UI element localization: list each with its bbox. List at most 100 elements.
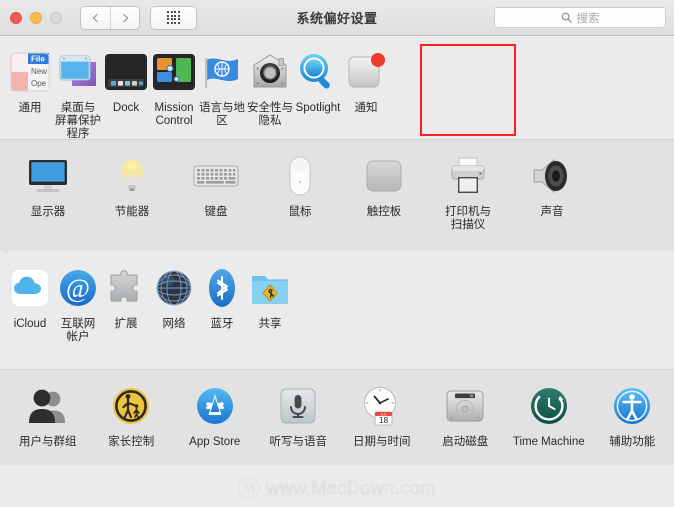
network-icon xyxy=(150,264,198,312)
preferences-row-2: 显示器 节能器 键盘 鼠标 触控板 打印机与 扫描仪 声音 xyxy=(0,139,674,251)
time-machine-icon xyxy=(525,382,573,430)
zoom-button xyxy=(50,11,62,24)
pref-security-privacy[interactable]: 安全性与隐私 xyxy=(246,36,294,128)
pref-label: 启动磁盘 xyxy=(442,436,489,448)
pref-parental-controls[interactable]: 家长控制 xyxy=(90,370,174,449)
pref-sound[interactable]: 声音 xyxy=(510,140,594,219)
keyboard-icon xyxy=(192,152,240,200)
pref-mouse[interactable]: 鼠标 xyxy=(258,140,342,219)
pref-app-store[interactable]: App Store xyxy=(173,370,257,449)
pref-notifications[interactable]: 通知 xyxy=(342,36,390,115)
general-icon: File New Ope xyxy=(6,48,54,96)
accessibility-icon xyxy=(608,382,656,430)
pref-label: 桌面与 屏幕保护程序 xyxy=(55,102,101,140)
pref-accessibility[interactable]: 辅助功能 xyxy=(591,370,674,449)
pref-icloud[interactable]: iCloud xyxy=(6,252,54,331)
pref-language-region[interactable]: 语言与地区 xyxy=(198,36,246,128)
system-preferences-window: 系统偏好设置 搜索 File New Ope 通用 桌面与 屏幕保护程序 Doc… xyxy=(0,0,674,507)
pref-displays[interactable]: 显示器 xyxy=(6,140,90,219)
pref-trackpad[interactable]: 触控板 xyxy=(342,140,426,219)
traffic-lights xyxy=(10,11,62,24)
pref-label: 通知 xyxy=(354,102,378,114)
language-region-icon xyxy=(198,48,246,96)
chevron-right-icon xyxy=(119,13,129,22)
pref-label: 辅助功能 xyxy=(609,436,656,448)
pref-label: 网络 xyxy=(162,318,186,330)
pref-label: App Store xyxy=(189,436,241,448)
pref-network[interactable]: 网络 xyxy=(150,252,198,331)
search-field[interactable]: 搜索 xyxy=(494,7,666,28)
pref-label: Spotlight xyxy=(295,102,341,114)
pref-label: 打印机与 扫描仪 xyxy=(445,206,491,231)
preferences-row-4: 用户与群组 家长控制 App Store 听写与语音 JUL 18 日期与时间 … xyxy=(0,369,674,465)
pref-startup-disk[interactable]: 启动磁盘 xyxy=(424,370,508,449)
pref-label: 节能器 xyxy=(114,206,150,218)
pref-sharing[interactable]: 共享 xyxy=(246,252,294,331)
startup-disk-icon xyxy=(441,382,489,430)
pref-internet-accounts[interactable]: @ 互联网 帐户 xyxy=(54,252,102,344)
internet-accounts-icon: @ xyxy=(54,264,102,312)
printers-scanners-icon xyxy=(444,152,492,200)
search-placeholder: 搜索 xyxy=(576,12,600,25)
pref-dictation-speech[interactable]: 听写与语音 xyxy=(257,370,341,449)
pref-spotlight[interactable]: Spotlight xyxy=(294,36,342,115)
displays-icon xyxy=(24,152,72,200)
svg-text:18: 18 xyxy=(379,415,389,425)
pref-label: 键盘 xyxy=(204,206,228,218)
pref-label: iCloud xyxy=(13,318,47,330)
pref-label: 共享 xyxy=(258,318,282,330)
pref-desktop-screensaver[interactable]: 桌面与 屏幕保护程序 xyxy=(54,36,102,141)
date-time-icon: JUL 18 xyxy=(358,382,406,430)
icloud-icon xyxy=(6,264,54,312)
pref-label: 用户与群组 xyxy=(19,436,77,448)
pref-general[interactable]: File New Ope 通用 xyxy=(6,36,54,115)
users-groups-icon xyxy=(24,382,72,430)
minimize-button[interactable] xyxy=(30,11,42,24)
notifications-icon xyxy=(342,48,390,96)
grid-icon xyxy=(167,11,180,24)
back-button[interactable] xyxy=(81,6,110,29)
pref-label: 日期与时间 xyxy=(353,436,411,448)
pref-dock[interactable]: Dock xyxy=(102,36,150,115)
pref-label: 蓝牙 xyxy=(210,318,234,330)
preferences-grid: File New Ope 通用 桌面与 屏幕保护程序 Dock Mission … xyxy=(0,36,674,507)
pref-label: 通用 xyxy=(18,102,42,114)
show-all-button[interactable] xyxy=(151,6,196,29)
pref-label: Time Machine xyxy=(512,436,585,448)
pref-energy-saver[interactable]: 节能器 xyxy=(90,140,174,219)
chevron-left-icon xyxy=(92,13,101,22)
svg-text:@: @ xyxy=(66,274,90,303)
pref-label: 鼠标 xyxy=(288,206,312,218)
svg-text:File: File xyxy=(31,55,45,64)
sound-icon xyxy=(528,152,576,200)
pref-bluetooth[interactable]: 蓝牙 xyxy=(198,252,246,331)
spotlight-icon xyxy=(294,48,342,96)
pref-mission-control[interactable]: Mission Control xyxy=(150,36,198,128)
pref-extensions[interactable]: 扩展 xyxy=(102,252,150,331)
pref-time-machine[interactable]: Time Machine xyxy=(507,370,591,449)
extensions-icon xyxy=(102,264,150,312)
preferences-row-1: File New Ope 通用 桌面与 屏幕保护程序 Dock Mission … xyxy=(0,36,385,140)
pref-keyboard[interactable]: 键盘 xyxy=(174,140,258,219)
pref-label: 互联网 帐户 xyxy=(60,318,96,343)
pref-label: 语言与地区 xyxy=(199,102,245,127)
bluetooth-icon xyxy=(198,264,246,312)
pref-label: 触控板 xyxy=(366,206,402,218)
svg-text:Ope: Ope xyxy=(31,79,47,88)
title-bar: 系统偏好设置 搜索 xyxy=(0,0,674,36)
search-icon xyxy=(561,12,572,23)
pref-label: Dock xyxy=(112,102,140,114)
close-button[interactable] xyxy=(10,11,22,24)
pref-date-time[interactable]: JUL 18 日期与时间 xyxy=(340,370,424,449)
pref-users-groups[interactable]: 用户与群组 xyxy=(6,370,90,449)
pref-label: Mission Control xyxy=(154,102,194,127)
pref-label: 安全性与隐私 xyxy=(247,102,293,127)
sharing-icon xyxy=(246,264,294,312)
navigation-buttons xyxy=(81,6,139,29)
pref-label: 家长控制 xyxy=(108,436,155,448)
forward-button[interactable] xyxy=(110,6,139,29)
pref-printers-scanners[interactable]: 打印机与 扫描仪 xyxy=(426,140,510,232)
svg-text:New: New xyxy=(31,67,47,76)
desktop-screensaver-icon xyxy=(54,48,102,96)
energy-saver-icon xyxy=(108,152,156,200)
